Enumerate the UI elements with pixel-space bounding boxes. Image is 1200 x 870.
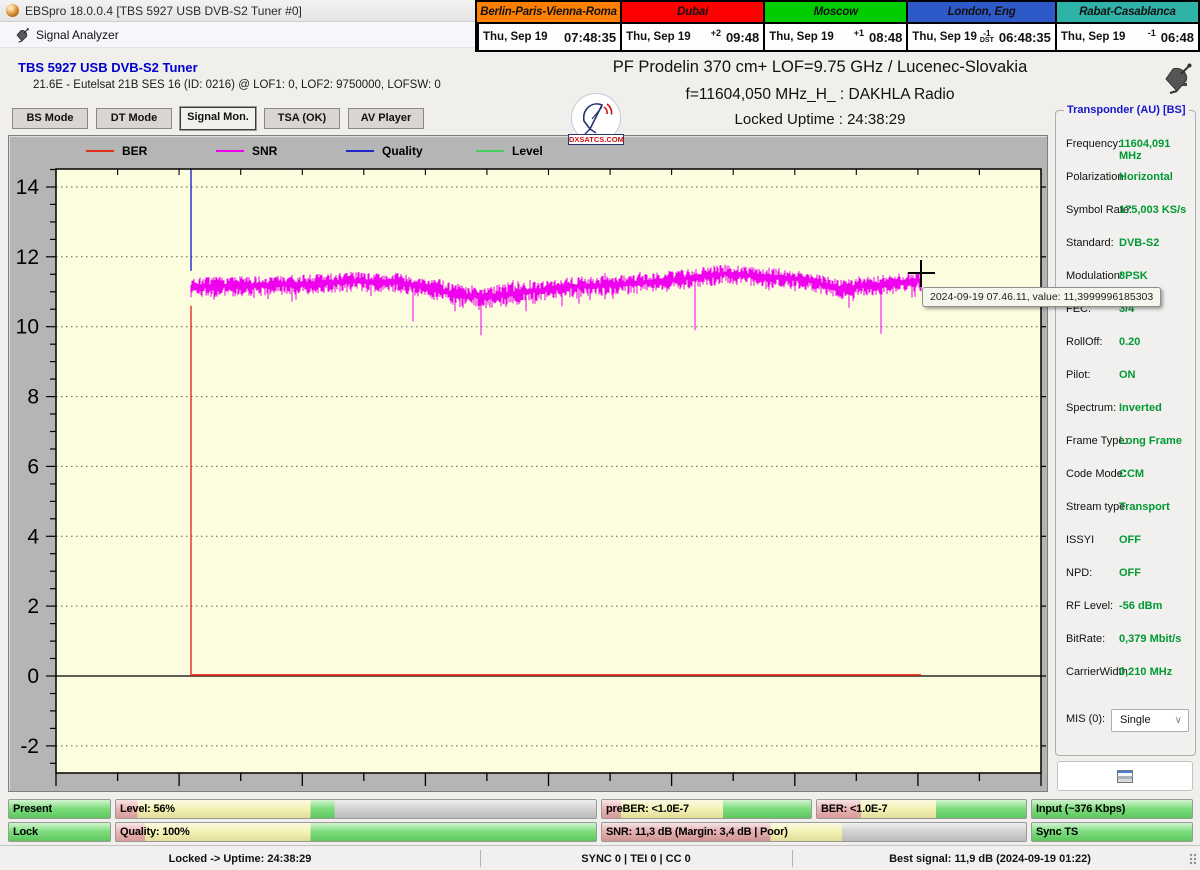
- transponder-panel: Transponder (AU) [BS] Frequency:11604,09…: [1055, 110, 1196, 756]
- status-ber: BER: <1.0E-7: [816, 799, 1027, 819]
- transponder-row: Polarization:Horizontal: [1056, 171, 1195, 204]
- crosshair-cursor: [920, 260, 922, 287]
- tab-bs-mode[interactable]: BS Mode: [12, 108, 88, 129]
- svg-text:14: 14: [16, 176, 40, 199]
- svg-text:6: 6: [27, 455, 39, 478]
- window-title: EBSpro 18.0.0.4 [TBS 5927 USB DVB-S2 Tun…: [25, 4, 302, 18]
- tab-dt-mode[interactable]: DT Mode: [96, 108, 172, 129]
- dxsatcs-logo: DXSATCS.COM: [568, 93, 624, 145]
- svg-text:-2: -2: [20, 735, 39, 758]
- status-present: Present: [8, 799, 111, 819]
- transponder-row: Frame Type:Long Frame: [1056, 435, 1195, 468]
- transponder-row: NPD:OFF: [1056, 567, 1195, 600]
- transponder-row: Symbol Rate:175,003 KS/s: [1056, 204, 1195, 237]
- clock-name-rabat: Rabat-Casablanca: [1055, 2, 1198, 24]
- menu-item-label: Signal Analyzer: [36, 28, 119, 42]
- legend-item-ber: BER: [86, 142, 216, 160]
- signal-chart-panel[interactable]: 14 12 10 8 6 4 2 0 -2 BER SNR Quality Level: [8, 135, 1048, 792]
- transponder-row: FEC:3/4: [1056, 303, 1195, 336]
- legend-item-snr: SNR: [216, 142, 346, 160]
- tab-av-player[interactable]: AV Player: [348, 108, 424, 129]
- clock-time-moscow: Thu, Sep 19 +1 08:48: [763, 24, 906, 50]
- svg-text:10: 10: [16, 316, 39, 339]
- clock-offset-dst: -1 DST: [980, 30, 994, 44]
- transponder-row: RollOff:0.20: [1056, 336, 1195, 369]
- transponder-rows: Frequency:11604,091 MHz Polarization:Hor…: [1056, 138, 1195, 699]
- chart-tooltip: 2024-09-19 07.46.11, value: 11,399999618…: [922, 287, 1161, 307]
- clock-time-london: Thu, Sep 19 -1 DST 06:48:35: [906, 24, 1055, 50]
- status-input: Input (~376 Kbps): [1031, 799, 1193, 819]
- app-icon: [6, 4, 19, 17]
- clock-time-dubai: Thu, Sep 19 +2 09:48: [620, 24, 763, 50]
- ebspro-window: EBSpro 18.0.0.4 [TBS 5927 USB DVB-S2 Tun…: [0, 0, 1200, 870]
- dxsatcs-dish-icon: [576, 99, 616, 137]
- status-quality: Quality: 100%: [115, 822, 597, 842]
- transponder-title: Transponder (AU) [BS]: [1064, 104, 1189, 116]
- statusbar-uptime: Locked -> Uptime: 24:38:29: [0, 846, 480, 870]
- resize-grip[interactable]: [1188, 851, 1198, 867]
- clock-name-dubai: Dubai: [620, 2, 763, 24]
- status-sync-ts: Sync TS: [1031, 822, 1193, 842]
- mis-row: MIS (0): Single ∨: [1056, 709, 1195, 733]
- tuner-title: TBS 5927 USB DVB-S2 Tuner: [18, 60, 198, 75]
- legend-line-quality: [346, 150, 374, 153]
- transponder-row: Spectrum:Inverted: [1056, 402, 1195, 435]
- transponder-row: BitRate:0,379 Mbit/s: [1056, 633, 1195, 666]
- bottom-status-bar: Locked -> Uptime: 24:38:29 SYNC 0 | TEI …: [0, 845, 1200, 870]
- svg-text:12: 12: [16, 246, 39, 269]
- svg-text:2: 2: [27, 595, 39, 618]
- svg-text:4: 4: [27, 525, 39, 548]
- transponder-row: CarrierWidth:0,210 MHz: [1056, 666, 1195, 699]
- clock-name-berlin: Berlin-Paris-Vienna-Roma: [477, 2, 620, 24]
- stacked-bars-icon: [1117, 770, 1133, 783]
- transponder-row: Code Mode:CCM: [1056, 468, 1195, 501]
- clock-time-rabat: Thu, Sep 19 -1 06:48: [1055, 24, 1198, 50]
- clock-name-moscow: Moscow: [763, 2, 906, 24]
- svg-text:8: 8: [27, 386, 39, 409]
- status-snr: SNR: 11,3 dB (Margin: 3,4 dB | Poor): [601, 822, 1027, 842]
- clock-offset: +1: [854, 28, 864, 38]
- svg-text:0: 0: [27, 665, 39, 688]
- statusbar-sync-counters: SYNC 0 | TEI 0 | CC 0: [480, 846, 792, 870]
- transponder-row: RF Level:-56 dBm: [1056, 600, 1195, 633]
- statusbar-best-signal: Best signal: 11,9 dB (2024-09-19 01:22): [792, 846, 1188, 870]
- satellite-dish-icon: [14, 27, 30, 43]
- dxsatcs-logo-text: DXSATCS.COM: [568, 134, 624, 145]
- transponder-row: Pilot:ON: [1056, 369, 1195, 402]
- transponder-row: Standard:DVB-S2: [1056, 237, 1195, 270]
- tab-tsa[interactable]: TSA (OK): [264, 108, 340, 129]
- legend-line-ber: [86, 150, 114, 153]
- legend-line-level: [476, 150, 504, 153]
- tab-signal-mon[interactable]: Signal Mon.: [180, 107, 256, 130]
- transponder-row: Frequency:11604,091 MHz: [1056, 138, 1195, 171]
- transponder-row: ISSYIOFF: [1056, 534, 1195, 567]
- menu-item-signal-analyzer[interactable]: Signal Analyzer: [8, 25, 125, 45]
- status-preber: preBER: <1.0E-7: [601, 799, 812, 819]
- antenna-line: PF Prodelin 370 cm+ LOF=9.75 GHz / Lucen…: [610, 58, 1030, 77]
- transponder-row: Stream type:Transport: [1056, 501, 1195, 534]
- world-clocks: Berlin-Paris-Vienna-Roma Thu, Sep 19 07:…: [475, 0, 1200, 52]
- status-lock: Lock: [8, 822, 111, 842]
- chart-legend: BER SNR Quality Level: [86, 142, 606, 160]
- chevron-down-icon: ∨: [1175, 710, 1182, 731]
- status-level: Level: 56%: [115, 799, 597, 819]
- satellite-icon: [1160, 61, 1194, 95]
- frequency-line: f=11604,050 MHz_H_ : DAKHLA Radio: [610, 86, 1030, 104]
- uptime-line: Locked Uptime : 24:38:29: [610, 111, 1030, 128]
- tuner-subtitle: 21.6E - Eutelsat 21B SES 16 (ID: 0216) @…: [33, 79, 441, 91]
- clock-offset: +2: [711, 28, 721, 38]
- record-save-button[interactable]: [1057, 761, 1193, 791]
- clock-name-london: London, Eng: [906, 2, 1055, 24]
- clock-time-berlin: Thu, Sep 19 07:48:35: [477, 24, 620, 50]
- legend-item-quality: Quality: [346, 142, 476, 160]
- legend-line-snr: [216, 150, 244, 153]
- signal-chart[interactable]: 14 12 10 8 6 4 2 0 -2: [9, 136, 1049, 793]
- antenna-header: PF Prodelin 370 cm+ LOF=9.75 GHz / Lucen…: [610, 58, 1030, 128]
- clock-offset: -1: [1148, 28, 1156, 38]
- mis-select[interactable]: Single ∨: [1111, 709, 1189, 732]
